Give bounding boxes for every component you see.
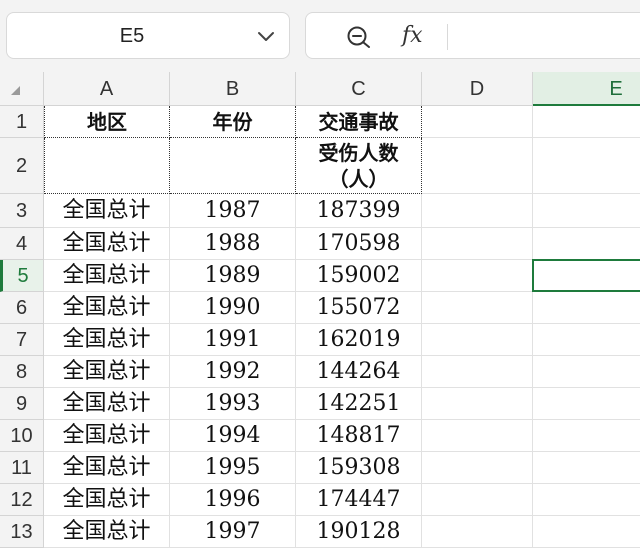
- cell-injured[interactable]: 187399: [296, 194, 422, 228]
- toolbar: E5 fx: [0, 0, 640, 72]
- column-header-b[interactable]: B: [170, 72, 296, 106]
- cell-region[interactable]: 全国总计: [44, 292, 170, 324]
- row-header-1[interactable]: 1: [0, 106, 44, 138]
- cell-year[interactable]: 1992: [170, 356, 296, 388]
- empty-cell[interactable]: [422, 138, 533, 194]
- cell-year[interactable]: 1990: [170, 292, 296, 324]
- empty-cell[interactable]: [533, 484, 640, 516]
- name-box[interactable]: E5: [6, 12, 290, 59]
- cell-injured[interactable]: 190128: [296, 516, 422, 548]
- empty-cell[interactable]: [533, 106, 640, 138]
- row-header-11[interactable]: 11: [0, 452, 44, 484]
- cell-region[interactable]: 全国总计: [44, 228, 170, 260]
- cell-injured[interactable]: 162019: [296, 324, 422, 356]
- empty-cell[interactable]: [533, 356, 640, 388]
- empty-cell[interactable]: [533, 388, 640, 420]
- row-header-5[interactable]: 5: [0, 260, 44, 292]
- cell-region[interactable]: 全国总计: [44, 356, 170, 388]
- select-all-triangle-icon: [11, 86, 20, 95]
- empty-cell[interactable]: [422, 388, 533, 420]
- cell-region[interactable]: 全国总计: [44, 324, 170, 356]
- row-header-9[interactable]: 9: [0, 388, 44, 420]
- row-header-3[interactable]: 3: [0, 194, 44, 228]
- row-header-2[interactable]: 2: [0, 138, 44, 194]
- empty-cell[interactable]: [422, 106, 533, 138]
- empty-cell[interactable]: [422, 194, 533, 228]
- row-header-6[interactable]: 6: [0, 292, 44, 324]
- formula-bar[interactable]: fx: [305, 12, 640, 59]
- empty-cell[interactable]: [533, 324, 640, 356]
- cell-year[interactable]: 1996: [170, 484, 296, 516]
- select-all-corner[interactable]: [0, 72, 44, 106]
- column-header-c[interactable]: C: [296, 72, 422, 106]
- empty-cell[interactable]: [533, 292, 640, 324]
- cell-region[interactable]: 全国总计: [44, 420, 170, 452]
- cell-region[interactable]: 全国总计: [44, 260, 170, 292]
- cell-year[interactable]: 1993: [170, 388, 296, 420]
- formula-bar-divider: [447, 24, 448, 50]
- empty-cell[interactable]: [422, 452, 533, 484]
- header-cell-region-cont[interactable]: [44, 138, 170, 194]
- cell-injured[interactable]: 148817: [296, 420, 422, 452]
- cell-injured[interactable]: 159002: [296, 260, 422, 292]
- cell-reference[interactable]: E5: [7, 13, 257, 60]
- row-header-7[interactable]: 7: [0, 324, 44, 356]
- cell-injured[interactable]: 170598: [296, 228, 422, 260]
- empty-cell[interactable]: [422, 292, 533, 324]
- column-header-d[interactable]: D: [422, 72, 533, 106]
- empty-cell[interactable]: [533, 516, 640, 548]
- empty-cell[interactable]: [422, 420, 533, 452]
- header-cell-injured-line2: 受伤人数: [318, 141, 399, 165]
- empty-cell[interactable]: [422, 516, 533, 548]
- header-cell-injured-line1[interactable]: 交通事故: [296, 106, 422, 138]
- cell-injured[interactable]: 144264: [296, 356, 422, 388]
- row-header-12[interactable]: 12: [0, 484, 44, 516]
- column-header-e[interactable]: E: [533, 72, 640, 106]
- cell-region[interactable]: 全国总计: [44, 452, 170, 484]
- zoom-out-icon[interactable]: [346, 25, 374, 49]
- row-header-8[interactable]: 8: [0, 356, 44, 388]
- cell-region[interactable]: 全国总计: [44, 194, 170, 228]
- row-header-13[interactable]: 13: [0, 516, 44, 548]
- empty-cell[interactable]: [533, 452, 640, 484]
- empty-cell[interactable]: [422, 356, 533, 388]
- cell-region[interactable]: 全国总计: [44, 516, 170, 548]
- header-cell-injured[interactable]: 受伤人数 （人）: [296, 138, 422, 194]
- cell-injured[interactable]: 142251: [296, 388, 422, 420]
- header-cell-injured-line3: （人）: [328, 167, 389, 191]
- selected-cell-outline[interactable]: [532, 259, 640, 292]
- spreadsheet-grid[interactable]: A B C D E 1 2 3 4 5 6 7 8 9 10 11 12 13 地区 年份 交通事故 受伤人数 （人） 全国总…: [0, 72, 640, 551]
- cell-year[interactable]: 1995: [170, 452, 296, 484]
- cell-year[interactable]: 1987: [170, 194, 296, 228]
- cell-injured[interactable]: 174447: [296, 484, 422, 516]
- empty-cell[interactable]: [422, 484, 533, 516]
- empty-cell[interactable]: [533, 138, 640, 194]
- cell-year[interactable]: 1988: [170, 228, 296, 260]
- cell-region[interactable]: 全国总计: [44, 388, 170, 420]
- cell-year[interactable]: 1997: [170, 516, 296, 548]
- cell-year[interactable]: 1994: [170, 420, 296, 452]
- row-header-4[interactable]: 4: [0, 228, 44, 260]
- function-icon[interactable]: fx: [402, 21, 423, 51]
- header-cell-year-cont[interactable]: [170, 138, 296, 194]
- header-cell-region[interactable]: 地区: [44, 106, 170, 138]
- empty-cell[interactable]: [533, 420, 640, 452]
- cell-injured[interactable]: 155072: [296, 292, 422, 324]
- cell-injured[interactable]: 159308: [296, 452, 422, 484]
- chevron-down-icon[interactable]: [255, 23, 277, 49]
- empty-cell[interactable]: [422, 260, 533, 292]
- cell-year[interactable]: 1989: [170, 260, 296, 292]
- row-header-10[interactable]: 10: [0, 420, 44, 452]
- empty-cell[interactable]: [422, 324, 533, 356]
- empty-cell[interactable]: [422, 228, 533, 260]
- column-header-a[interactable]: A: [44, 72, 170, 106]
- empty-cell[interactable]: [533, 228, 640, 260]
- cell-region[interactable]: 全国总计: [44, 484, 170, 516]
- header-cell-year[interactable]: 年份: [170, 106, 296, 138]
- empty-cell[interactable]: [533, 194, 640, 228]
- cell-year[interactable]: 1991: [170, 324, 296, 356]
